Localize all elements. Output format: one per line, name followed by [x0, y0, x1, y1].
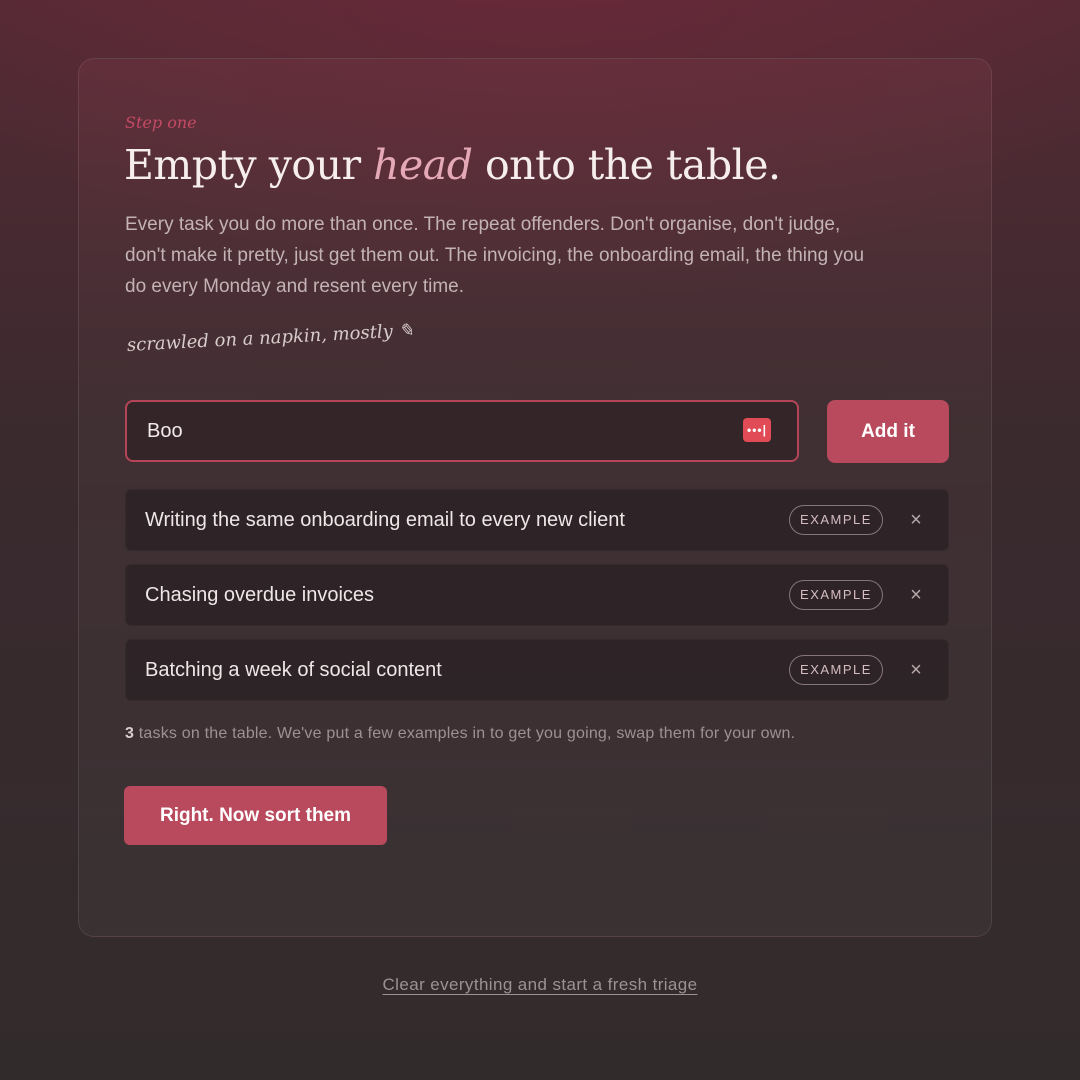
task-count-summary: 3 tasks on the table. We've put a few ex…: [125, 725, 795, 743]
task-text: Batching a week of social content: [145, 659, 442, 681]
example-badge: EXAMPLE: [789, 580, 883, 610]
example-badge: EXAMPLE: [789, 505, 883, 535]
step-label: Step one: [125, 113, 197, 132]
triage-card: Step one Empty your head onto the table.…: [78, 58, 992, 937]
task-item: Batching a week of social content EXAMPL…: [125, 639, 949, 701]
clear-everything-link[interactable]: Clear everything and start a fresh triag…: [383, 975, 698, 994]
task-text: Chasing overdue invoices: [145, 584, 375, 606]
password-manager-icon[interactable]: •••|: [743, 418, 771, 442]
add-task-button[interactable]: Add it: [827, 400, 949, 463]
task-count: 3: [125, 725, 135, 742]
sort-tasks-button[interactable]: Right. Now sort them: [124, 786, 387, 845]
task-list: Writing the same onboarding email to eve…: [125, 489, 949, 714]
title-emphasis: head: [373, 141, 473, 189]
remove-task-icon[interactable]: ×: [902, 581, 930, 609]
pencil-icon: ✎: [397, 319, 415, 342]
task-count-text: tasks on the table. We've put a few exam…: [134, 725, 796, 742]
task-item: Chasing overdue invoices EXAMPLE ×: [125, 564, 949, 626]
task-input[interactable]: [147, 402, 727, 460]
napkin-note-text: scrawled on a napkin, mostly: [126, 321, 394, 356]
task-text: Writing the same onboarding email to eve…: [145, 509, 625, 531]
task-input-wrapper: •••|: [125, 400, 799, 462]
title-end: onto the table.: [472, 141, 781, 189]
intro-text: Every task you do more than once. The re…: [125, 214, 865, 297]
remove-task-icon[interactable]: ×: [902, 656, 930, 684]
page-title: Empty your head onto the table.: [124, 141, 781, 189]
example-badge: EXAMPLE: [789, 655, 883, 685]
remove-task-icon[interactable]: ×: [902, 506, 930, 534]
reset-link-container: Clear everything and start a fresh triag…: [0, 975, 1080, 995]
title-start: Empty your: [124, 141, 374, 189]
napkin-note: scrawled on a napkin, mostly ✎: [126, 320, 414, 356]
task-item: Writing the same onboarding email to eve…: [125, 489, 949, 551]
